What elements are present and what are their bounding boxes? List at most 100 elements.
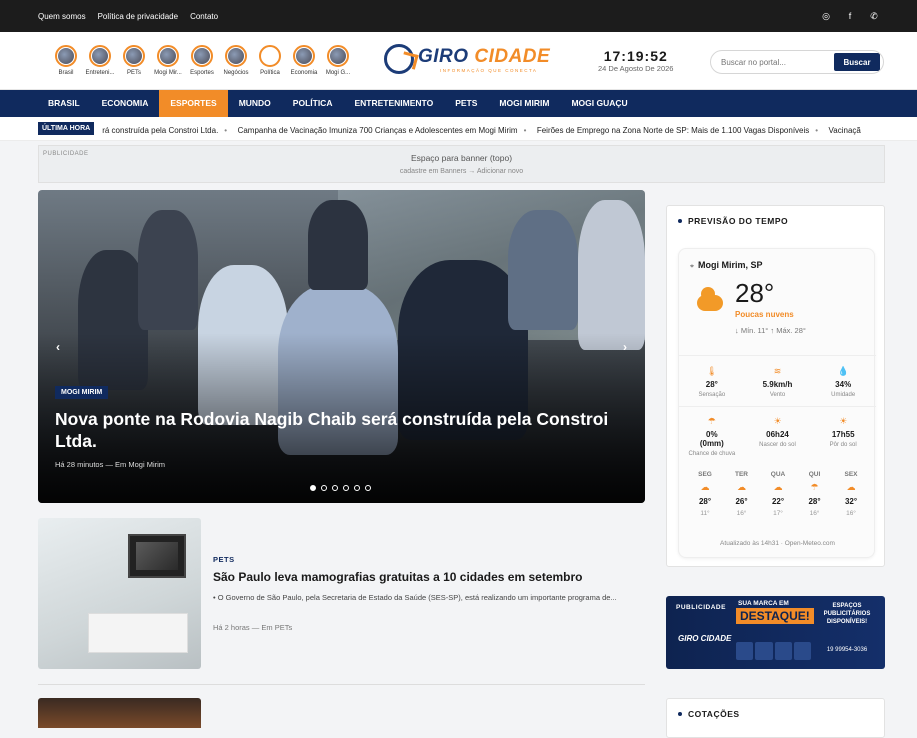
weather-sunset: ☀ 17h55 Pôr do sol: [810, 416, 876, 461]
story-item[interactable]: Brasil: [54, 45, 78, 76]
carousel-dot[interactable]: [332, 485, 338, 491]
news-excerpt: • O Governo de São Paulo, pela Secretari…: [213, 593, 617, 602]
cloud-icon: ☁: [773, 482, 783, 492]
news-card: PETS São Paulo leva mamografias gratuita…: [38, 518, 645, 670]
cloud-icon: ☁: [737, 482, 746, 492]
story-item[interactable]: Negócios: [223, 45, 249, 76]
carousel-next-icon[interactable]: ›: [623, 340, 627, 354]
banner-title: Espaço para banner (topo): [410, 153, 513, 163]
logo-tagline: INFORMAÇÃO QUE CONECTA: [440, 67, 538, 73]
news-category[interactable]: PETS: [213, 555, 235, 564]
site-logo[interactable]: GIRO CIDADE INFORMAÇÃO QUE CONECTA: [384, 44, 550, 74]
link-privacy[interactable]: Política de privacidade: [98, 12, 179, 21]
hero-category[interactable]: MOGI MIRIM: [55, 386, 109, 399]
facebook-icon[interactable]: f: [845, 11, 855, 22]
story-item[interactable]: Economia: [291, 45, 317, 76]
ticker-item[interactable]: Campanha de Vacinação Imuniza 700 Crianç…: [238, 126, 518, 135]
nav-economia[interactable]: ECONOMIA: [91, 90, 160, 117]
weather-wind: ≋ 5.9km/h Vento: [745, 366, 811, 405]
ticker-label: ÚLTIMA HORA: [38, 122, 95, 135]
nav-mogi-guacu[interactable]: MOGI GUAÇU: [560, 90, 638, 117]
top-banner-slot[interactable]: PUBLICIDADE Espaço para banner (topo) ca…: [38, 145, 885, 183]
top-bar: Quem somos Política de privacidade Conta…: [0, 0, 917, 32]
weather-heading: PREVISÃO DO TEMPO: [678, 216, 788, 226]
story-label: Mogi G...: [325, 70, 351, 76]
weather-temp: 28°: [735, 278, 775, 308]
weather-minmax: ↓ Mín. 11° ↑ Máx. 28°: [735, 326, 806, 335]
story-item[interactable]: Esportes: [190, 45, 214, 76]
nav-pets[interactable]: PETS: [444, 90, 488, 117]
link-about[interactable]: Quem somos: [38, 12, 86, 21]
ad-brand: GIRO CIDADE: [678, 634, 732, 643]
carousel-prev-icon[interactable]: ‹: [56, 340, 60, 354]
rain-icon: ☂: [707, 416, 716, 426]
nav-mogi-mirim[interactable]: MOGI MIRIM: [488, 90, 560, 117]
forecast-day: QUI ☂ 28° 16°: [803, 471, 827, 517]
story-list: Brasil Entreteni... PETs Mogi Mir... Esp…: [54, 45, 354, 76]
news-thumbnail[interactable]: [38, 698, 201, 728]
quotes-widget: COTAÇÕES: [666, 698, 885, 738]
carousel-dot[interactable]: [310, 485, 316, 491]
sunset-icon: ☀: [839, 416, 848, 426]
news-thumbnail[interactable]: [38, 518, 201, 669]
search-button[interactable]: Buscar: [834, 53, 880, 71]
forecast-day: TER ☁ 26° 16°: [730, 471, 754, 517]
top-links: Quem somos Política de privacidade Conta…: [38, 12, 218, 21]
nav-entretenimento[interactable]: ENTRETENIMENTO: [343, 90, 444, 117]
news-title[interactable]: São Paulo leva mamografias gratuitas a 1…: [213, 570, 583, 584]
ad-headline-a: SUA MARCA EM: [738, 600, 789, 607]
story-label: Brasil: [58, 70, 74, 76]
story-item[interactable]: PETs: [122, 45, 146, 76]
nav-brasil[interactable]: BRASIL: [37, 90, 91, 117]
instagram-icon[interactable]: ◎: [821, 11, 831, 22]
hero-title[interactable]: Nova ponte na Rodovia Nagib Chaib será c…: [55, 408, 615, 452]
ad-phone: 19 99954-3036: [826, 647, 868, 653]
nav-mundo[interactable]: MUNDO: [228, 90, 282, 117]
search-input[interactable]: [711, 57, 834, 67]
carousel-dot[interactable]: [343, 485, 349, 491]
story-item[interactable]: Entreteni...: [85, 45, 115, 76]
ticker-item[interactable]: Vacinaçã: [829, 126, 861, 135]
main-nav: BRASIL ECONOMIA ESPORTES MUNDO POLÍTICA …: [0, 90, 917, 117]
nav-politica[interactable]: POLÍTICA: [282, 90, 344, 117]
story-label: Entreteni...: [85, 70, 115, 76]
cloud-icon: ☁: [846, 482, 856, 492]
whatsapp-icon[interactable]: ✆: [869, 11, 879, 22]
weather-widget: PREVISÃO DO TEMPO ⌖ Mogi Mirim, SP 28° Po…: [666, 205, 885, 567]
news-meta: Há 2 horas — Em PETs: [213, 623, 293, 632]
carousel-dot[interactable]: [321, 485, 327, 491]
clock: 17:19:52 24 De Agosto De 2026: [598, 48, 673, 73]
carousel-dot[interactable]: [354, 485, 360, 491]
logo-name-a: GIRO: [418, 45, 469, 67]
sunrise-icon: ☀: [773, 416, 782, 426]
logo-mark-icon: [384, 44, 414, 74]
story-item[interactable]: Mogi Mir...: [154, 45, 182, 76]
quotes-heading: COTAÇÕES: [678, 709, 740, 719]
weather-city: ⌖ Mogi Mirim, SP: [690, 260, 762, 271]
forecast-day: SEG ☁ 28° 11°: [693, 471, 717, 517]
nav-esportes[interactable]: ESPORTES: [159, 90, 228, 117]
story-label: Negócios: [223, 70, 249, 76]
weather-updated: Atualizado às 14h31 · Open-Meteo.com: [720, 540, 835, 547]
banner-sub: cadastre em Banners → Adicionar novo: [399, 168, 524, 175]
wind-icon: ≋: [773, 366, 782, 376]
breaking-news-ticker: ÚLTIMA HORA rá construída pela Constroi …: [0, 117, 917, 141]
weather-details-row: ☂ 0% (0mm) Chance de chuva ☀ 06h24 Nasce…: [679, 406, 876, 461]
ticker-item[interactable]: Feirões de Emprego na Zona Norte de SP: …: [537, 126, 809, 135]
story-item[interactable]: Mogi G...: [326, 45, 350, 76]
search-box: Buscar: [710, 50, 884, 74]
humidity-icon: 💧: [837, 366, 849, 376]
hero-carousel[interactable]: ‹ › MOGI MIRIM Nova ponte na Rodovia Nag…: [38, 190, 645, 503]
forecast-day: QUA ☁ 22° 17°: [766, 471, 790, 517]
location-pin-icon: ⌖: [690, 263, 694, 270]
carousel-dots: [310, 485, 371, 491]
carousel-dot[interactable]: [365, 485, 371, 491]
weather-feels-like: 🌡 28° Sensação: [679, 366, 745, 405]
ticker-items: rá construída pela Constroi Ltda. • Campa…: [102, 125, 861, 135]
weather-forecast: SEG ☁ 28° 11° TER ☁ 26° 16° QUA ☁ 22° 17° QUI ☂ 28°…: [693, 471, 863, 517]
link-contact[interactable]: Contato: [190, 12, 218, 21]
story-item[interactable]: Política: [258, 45, 282, 76]
sidebar-ad[interactable]: PUBLICIDADE GIRO CIDADE SUA MARCA EM DES…: [666, 596, 885, 669]
ticker-item[interactable]: rá construída pela Constroi Ltda.: [102, 126, 218, 135]
story-label: Mogi Mir...: [154, 70, 182, 76]
